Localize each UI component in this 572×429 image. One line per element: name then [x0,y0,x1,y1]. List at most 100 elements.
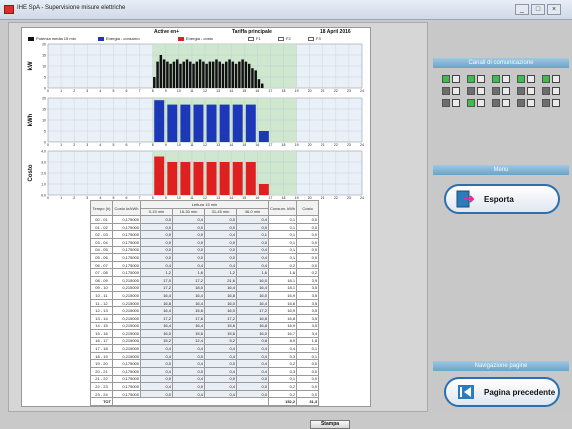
y-tick-label: 15 [42,54,46,58]
table-cell: 17,2 [204,313,237,323]
channel-led [492,99,500,107]
y-tick-label: 4.0 [41,150,46,154]
table-cell: 0,3 [267,351,298,361]
channel-indicator [492,87,514,95]
table-cell: 0,2 [267,389,298,399]
table-cell: 16,8 [236,321,269,331]
chart-bar [251,68,254,88]
table-cell: 18,1 [267,283,298,293]
maximize-button[interactable]: □ [531,4,545,15]
table-cell: 0,4 [204,344,237,353]
table-cell: 16,8 [267,298,298,308]
total-cell: 152,2 [267,397,298,407]
table-cell: 03 - 04 [90,237,113,247]
table-cell: 0,0 [296,374,320,384]
x-tick-label: 14 [229,143,233,147]
chart-bar [211,61,215,88]
chart-bar [205,63,208,88]
chart-bar [225,61,228,88]
f1-legend-swatch [248,37,254,41]
y-tick-label: 0 [44,87,46,91]
channel-box [502,75,510,83]
total-row: TOT 152,2 31,3 [90,397,320,407]
total-cell [112,397,269,407]
export-button[interactable]: Esporta [444,184,560,214]
table-cell: 16 - 17 [90,336,113,346]
table-cell: 0,4 [172,260,205,270]
x-tick-label: 2 [73,89,75,93]
x-tick-label: 15 [242,89,246,93]
report-page[interactable]: Active en+ Tariffa principale 18 April 2… [21,27,371,407]
table-cell: 16,4 [140,291,173,300]
y-tick-label: 0.0 [41,194,46,198]
chart-bar [185,59,189,88]
channel-led [467,87,475,95]
close-button[interactable]: × [547,4,561,15]
channel-indicator [517,75,539,83]
table-cell: 16,8 [267,313,298,323]
minimize-button[interactable]: _ [515,4,529,15]
table-row: 02 - 03 0,175000 0,0 0,0 0,4 0,1 0,1 0,0 [90,230,320,239]
x-tick-label: 1 [60,196,62,200]
table-cell: 0,4 [140,351,173,361]
table-row: 09 - 10 0,215000 17,2 18,0 16,4 16,4 18,1 3,5 [90,283,320,293]
table-row: 08 - 09 0,215000 17,0 17,2 21,6 16,0 18,1 3,9 [90,275,320,285]
table-cell: 0,175000 [112,374,141,384]
table-cell: 16,9 [267,306,298,315]
previous-page-button[interactable]: Pagina precedente [444,377,560,407]
table-cell: 3,5 [296,321,320,331]
table-cell: 0,0 [296,389,320,399]
chart-bar [241,59,244,88]
chart-bar [232,162,243,195]
table-cell: 0,4 [140,367,173,376]
table-cell: 05 - 06 [90,253,113,262]
chart-bar [206,162,217,195]
table-cell: 0,0 [296,382,320,391]
channel-led [542,99,550,107]
table-cell: 0,0 [296,260,320,270]
table-cell: 0,0 [140,374,173,384]
total-cell: 31,3 [296,397,320,407]
y-axis-label: kW [28,61,34,70]
table-cell: 18 - 19 [90,351,113,361]
table-cell: 16,7 [267,329,298,338]
y-axis-label: Costo [28,164,34,181]
previous-page-label: Pagina precedente [484,388,556,397]
side-panel: Canali di comunicazione Menu Esporta Nav… [430,22,572,414]
table-cell: 16,0 [236,291,269,300]
col-q2: 16-30 min [172,207,205,217]
chart-bar [260,83,264,88]
x-tick-label: 12 [203,89,207,93]
table-cell: 0,175000 [112,268,141,277]
x-tick-label: 24 [360,89,364,93]
chart-bar [182,61,185,88]
channel-indicator [492,75,514,83]
channels-header: Canali di comunicazione [433,58,569,68]
app-icon [4,5,14,14]
y-tick-label: 5 [44,130,46,134]
legend-energy: Energia - consumo [106,36,140,41]
window-title: IHE SpA - Supervisione misure elettriche [17,5,126,11]
channel-led [517,87,525,95]
x-tick-label: 23 [347,89,351,93]
table-cell: 07 - 08 [90,268,113,277]
table-cell: 0,0 [172,222,205,232]
table-cell: 16,8 [236,313,269,323]
x-tick-label: 20 [308,89,312,93]
y-tick-label: 20 [42,43,46,47]
table-cell: 17,0 [140,275,173,285]
chart-bar [166,61,169,88]
print-button[interactable]: Stampa [310,420,350,429]
channel-indicator [442,99,464,107]
x-tick-label: 13 [216,143,220,147]
report-viewer: Active en+ Tariffa principale 18 April 2… [8,22,428,429]
table-cell: 0,215000 [112,344,141,353]
total-cell: TOT [90,397,113,407]
table-cell: 0,215000 [112,306,141,315]
table-cell: 22 - 23 [90,382,113,391]
table-cell: 0,4 [204,389,237,399]
table-cell: 0,8 [236,336,269,346]
table-cell: 0,1 [267,245,298,255]
table-cell: 11 - 12 [90,298,113,308]
table-cell: 0,4 [140,344,173,353]
